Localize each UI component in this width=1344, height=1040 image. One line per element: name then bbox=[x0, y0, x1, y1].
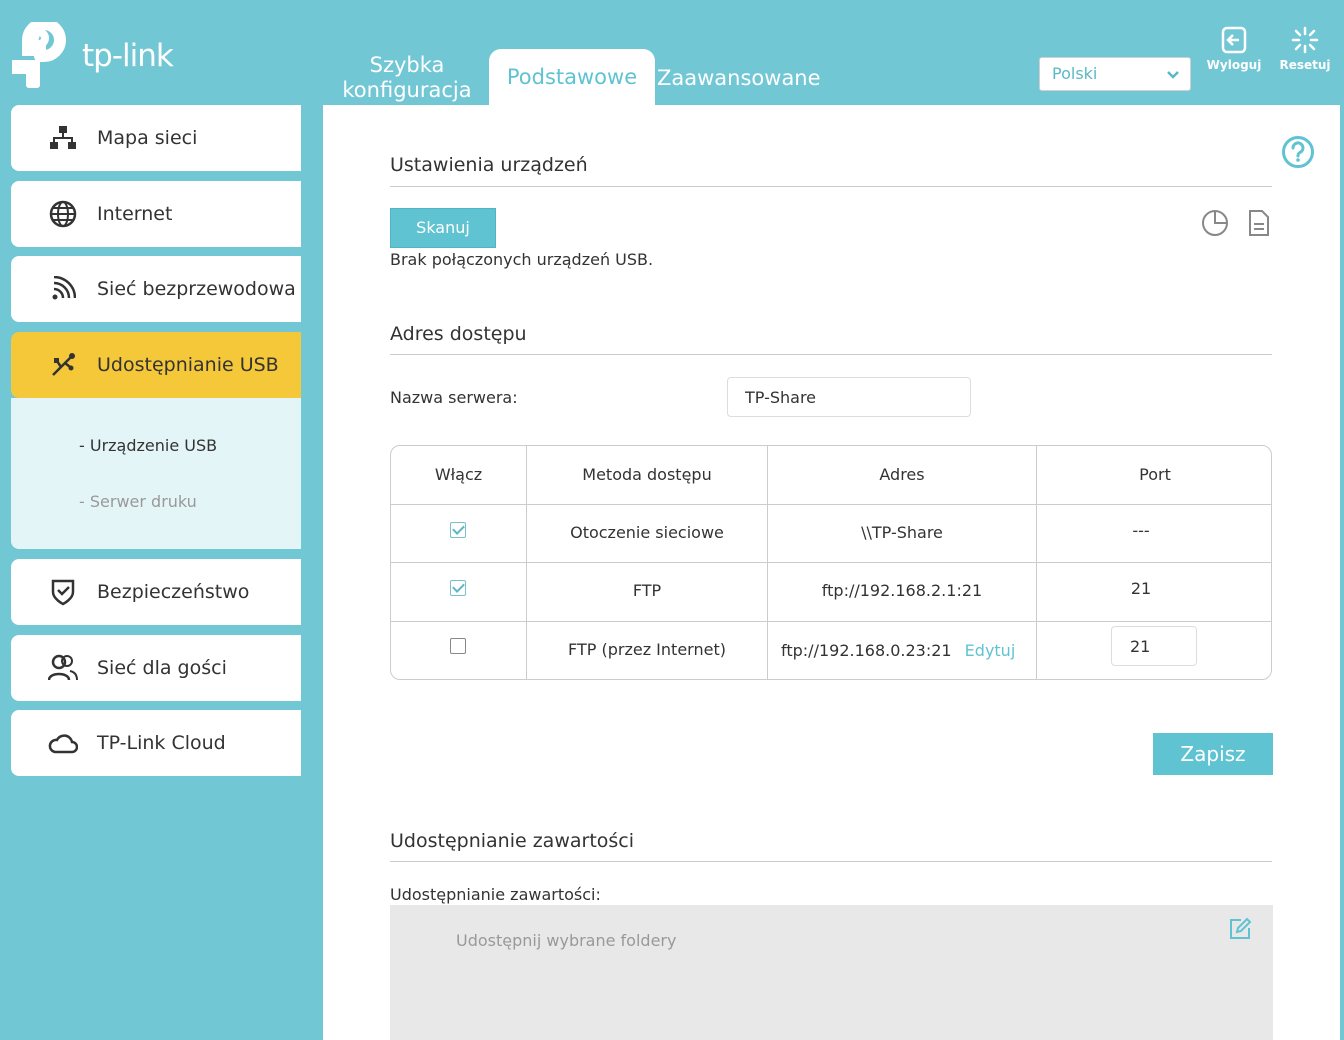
logout-label: Wyloguj bbox=[1206, 58, 1262, 72]
sidebar-item-label: Udostępnianie USB bbox=[97, 354, 279, 376]
main-panel: Ustawienia urządzeń Skanuj Brak połączon… bbox=[323, 105, 1340, 1040]
tp-link-logo-icon bbox=[12, 22, 66, 88]
pie-chart-icon[interactable] bbox=[1201, 209, 1229, 237]
sidebar-item-label: Sieć bezprzewodowa bbox=[97, 278, 296, 300]
tab-basic-label: Podstawowe bbox=[506, 65, 638, 89]
sidebar-item-usb-sharing[interactable]: Udostępnianie USB bbox=[11, 332, 301, 398]
tab-basic[interactable]: Podstawowe bbox=[489, 49, 655, 105]
shield-icon bbox=[47, 576, 79, 608]
ftp-internet-port-input[interactable] bbox=[1111, 626, 1197, 666]
table-header-address: Adres bbox=[879, 465, 925, 484]
edit-link[interactable]: Edytuj bbox=[965, 641, 1016, 660]
address-cell: \\TP-Share bbox=[861, 523, 943, 542]
table-header-port: Port bbox=[1139, 465, 1171, 484]
brand-name: tp-link bbox=[82, 38, 174, 74]
table-header-method: Metoda dostępu bbox=[582, 465, 712, 484]
save-button[interactable]: Zapisz bbox=[1153, 733, 1273, 775]
method-cell: FTP bbox=[632, 581, 662, 600]
cloud-icon bbox=[47, 727, 79, 759]
table-header-enable: Włącz bbox=[434, 465, 483, 484]
logout-icon bbox=[1221, 26, 1247, 54]
document-icon[interactable] bbox=[1245, 209, 1273, 237]
port-cell: 21 bbox=[1130, 579, 1152, 598]
content-sharing-title: Udostępnianie zawartości bbox=[390, 830, 635, 852]
server-name-label: Nazwa serwera: bbox=[390, 388, 518, 407]
sidebar-item-label: Internet bbox=[97, 203, 173, 225]
access-address-title: Adres dostępu bbox=[390, 323, 527, 345]
table-row-divider bbox=[391, 562, 1271, 563]
tab-quick-setup-line1: Szybka bbox=[369, 53, 445, 77]
address-cell: ftp://192.168.0.23:21 Edytuj bbox=[781, 641, 1015, 660]
help-icon[interactable] bbox=[1281, 135, 1315, 169]
reset-icon bbox=[1291, 26, 1319, 54]
sidebar-item-label: Mapa sieci bbox=[97, 127, 198, 149]
device-settings-title: Ustawienia urządzeń bbox=[390, 154, 588, 176]
tp-link-logo: tp-link bbox=[10, 22, 174, 90]
sidebar-item-tplink-cloud[interactable]: TP-Link Cloud bbox=[11, 710, 301, 776]
address-value: ftp://192.168.0.23:21 bbox=[781, 641, 952, 660]
submenu-item-usb-device[interactable]: - Urządzenie USB bbox=[79, 436, 217, 455]
table-row-divider bbox=[391, 621, 1271, 622]
tab-advanced-label: Zaawansowane bbox=[657, 66, 821, 90]
guests-icon bbox=[47, 652, 79, 684]
address-cell: ftp://192.168.2.1:21 bbox=[821, 581, 983, 600]
port-cell: --- bbox=[1132, 521, 1150, 540]
shared-folders-box[interactable]: Udostępnij wybrane foldery bbox=[390, 905, 1273, 1040]
edit-icon[interactable] bbox=[1228, 917, 1252, 941]
language-select[interactable]: Polski bbox=[1039, 57, 1191, 91]
enable-checkbox-ftp-internet[interactable] bbox=[450, 638, 466, 654]
sidebar-item-wireless[interactable]: Sieć bezprzewodowa bbox=[11, 256, 301, 322]
divider bbox=[390, 186, 1272, 187]
table-row-divider bbox=[391, 504, 1271, 505]
access-table: Włącz Metoda dostępu Adres Port Otoczeni… bbox=[390, 445, 1272, 680]
enable-checkbox-network-neighborhood[interactable] bbox=[450, 522, 466, 538]
sidebar-item-network-map[interactable]: Mapa sieci bbox=[11, 105, 301, 171]
divider bbox=[390, 354, 1272, 355]
shared-folders-placeholder: Udostępnij wybrane foldery bbox=[456, 931, 677, 950]
content-sharing-label: Udostępnianie zawartości: bbox=[390, 885, 601, 904]
globe-icon bbox=[47, 198, 79, 230]
enable-checkbox-ftp[interactable] bbox=[450, 580, 466, 596]
language-value: Polski bbox=[1052, 64, 1098, 83]
usb-status-text: Brak połączonych urządzeń USB. bbox=[390, 250, 654, 269]
method-cell: FTP (przez Internet) bbox=[568, 640, 726, 659]
submenu-item-print-server[interactable]: - Serwer druku bbox=[79, 492, 197, 511]
usb-submenu: - Urządzenie USB - Serwer druku bbox=[11, 398, 301, 549]
tab-quick-setup-line2: konfiguracja bbox=[342, 78, 472, 102]
sidebar-item-internet[interactable]: Internet bbox=[11, 181, 301, 247]
network-map-icon bbox=[47, 122, 79, 154]
reset-button[interactable]: Resetuj bbox=[1275, 26, 1335, 72]
method-cell: Otoczenie sieciowe bbox=[570, 523, 724, 542]
logout-button[interactable]: Wyloguj bbox=[1204, 26, 1264, 72]
usb-icon bbox=[47, 349, 79, 381]
sidebar-item-label: TP-Link Cloud bbox=[97, 732, 226, 754]
reset-label: Resetuj bbox=[1279, 58, 1331, 72]
tab-advanced[interactable]: Zaawansowane bbox=[657, 66, 821, 91]
sidebar-item-security[interactable]: Bezpieczeństwo bbox=[11, 559, 301, 625]
sidebar-item-guest-network[interactable]: Sieć dla gości bbox=[11, 635, 301, 701]
scan-button[interactable]: Skanuj bbox=[390, 208, 496, 248]
sidebar-item-label: Bezpieczeństwo bbox=[97, 581, 250, 603]
tab-quick-setup[interactable]: Szybka konfiguracja bbox=[336, 53, 478, 103]
wireless-icon bbox=[47, 273, 79, 305]
sidebar-item-label: Sieć dla gości bbox=[97, 657, 227, 679]
server-name-input[interactable] bbox=[727, 377, 971, 417]
divider bbox=[390, 861, 1272, 862]
chevron-down-icon bbox=[1167, 71, 1179, 79]
